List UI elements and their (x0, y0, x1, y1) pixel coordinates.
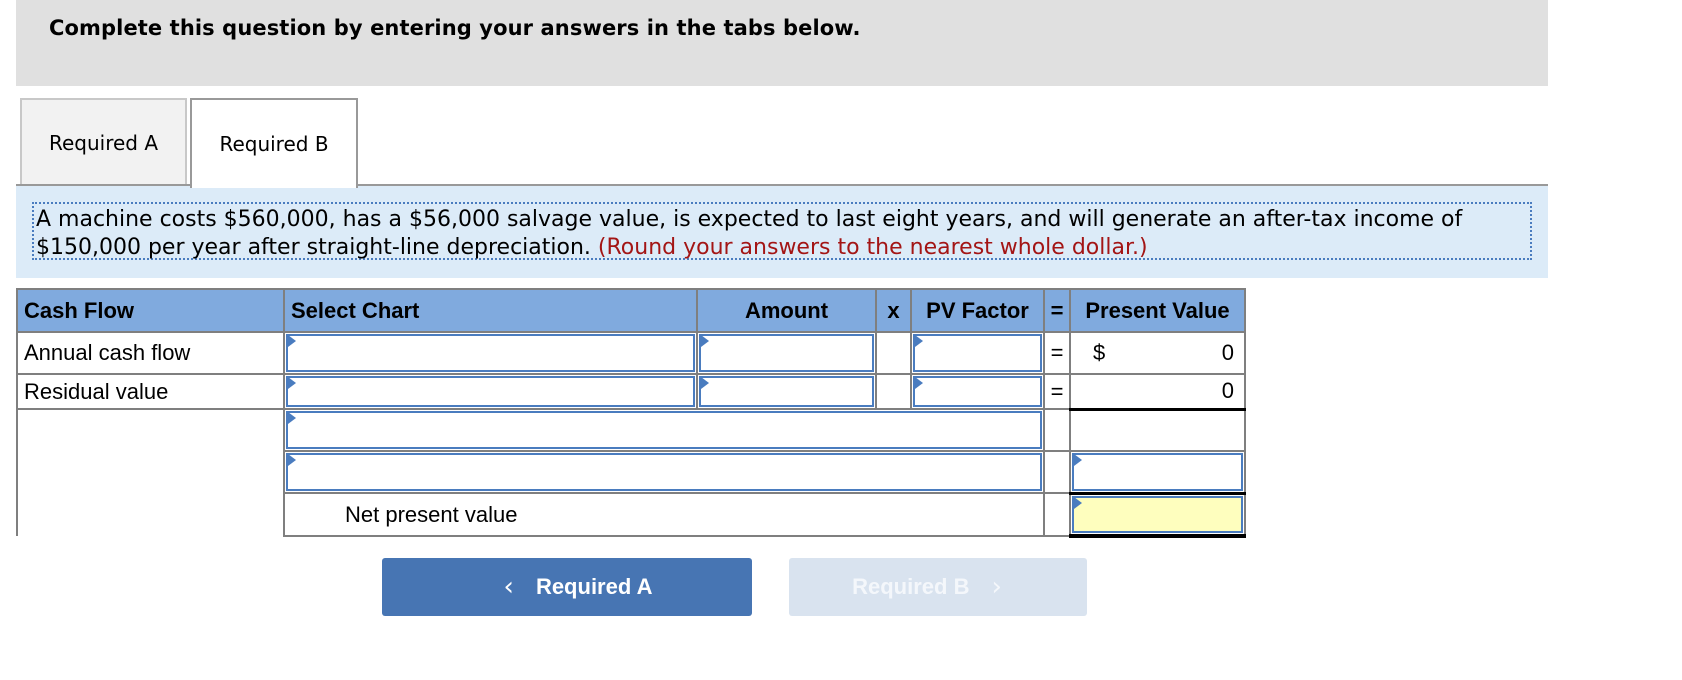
times-cell (875, 373, 912, 410)
amount-input[interactable] (699, 334, 874, 372)
chevron-right-icon: › (991, 572, 1002, 602)
table-row: Annual cash flow = $0 (16, 331, 1246, 375)
amount-dropdown[interactable] (696, 373, 877, 410)
present-value-cell-blank (1069, 408, 1246, 452)
amount-input[interactable] (699, 376, 874, 407)
problem-panel: A machine costs $560,000, has a $56,000 … (16, 186, 1548, 278)
dropdown-marker-icon (701, 377, 709, 389)
select-chart-dropdown[interactable] (283, 331, 698, 375)
present-value-cell: $0 (1069, 331, 1246, 375)
select-chart-input[interactable] (286, 376, 695, 407)
instruction-bar: Complete this question by entering your … (16, 0, 1548, 86)
table-header-row: Cash Flow Select Chart Amount x PV Facto… (16, 288, 1246, 333)
select-chart-input[interactable] (286, 334, 695, 372)
pv-factor-input[interactable] (913, 334, 1042, 372)
net-present-value-input[interactable] (1072, 495, 1243, 533)
pv-factor-dropdown[interactable] (910, 373, 1045, 410)
extra-value-input[interactable] (1072, 453, 1243, 491)
header-times: x (875, 288, 912, 333)
row-label-residual-value: Residual value (16, 373, 285, 410)
extra-dropdown-1[interactable] (283, 408, 1045, 452)
instruction-text: Complete this question by entering your … (49, 16, 861, 40)
dropdown-marker-icon (915, 377, 923, 389)
pv-factor-dropdown[interactable] (910, 331, 1045, 375)
prev-required-a-button[interactable]: ‹ Required A (382, 558, 752, 616)
equals-cell-blank (1043, 408, 1071, 452)
net-present-value-label: Net present value (283, 492, 1045, 537)
row-label-annual-cash-flow: Annual cash flow (16, 331, 285, 375)
blank-label-cell (16, 408, 285, 536)
header-present-value: Present Value (1069, 288, 1246, 333)
rounding-note: (Round your answers to the nearest whole… (597, 235, 1148, 260)
tab-required-b[interactable]: Required B (190, 98, 358, 188)
tab-required-a[interactable]: Required A (20, 98, 187, 186)
table-row (16, 408, 1246, 536)
equals-cell-blank (1043, 450, 1071, 494)
currency-symbol: $ (1093, 340, 1106, 365)
select-chart-dropdown[interactable] (283, 373, 698, 410)
times-cell (875, 331, 912, 375)
header-select-chart: Select Chart (283, 288, 698, 333)
pv-factor-input[interactable] (913, 376, 1042, 407)
equals-cell: = (1043, 373, 1071, 410)
extra-value-field[interactable] (1069, 450, 1246, 495)
problem-statement: A machine costs $560,000, has a $56,000 … (32, 202, 1532, 260)
table-row: Residual value = 0 (16, 373, 1246, 411)
header-cash-flow: Cash Flow (16, 288, 285, 333)
dropdown-marker-icon (288, 412, 296, 424)
net-present-value-field[interactable] (1069, 492, 1246, 538)
header-pv-factor: PV Factor (910, 288, 1045, 333)
dropdown-marker-icon (1074, 454, 1082, 466)
equals-cell: = (1043, 331, 1071, 375)
next-button-label: Required B (852, 574, 970, 599)
next-required-b-button[interactable]: Required B › (789, 558, 1087, 616)
equals-cell-blank (1043, 492, 1071, 537)
dropdown-marker-icon (288, 454, 296, 466)
present-value-cell: 0 (1069, 373, 1246, 411)
present-value: 0 (1221, 378, 1234, 404)
extra-dropdown-2[interactable] (283, 450, 1045, 494)
present-value: 0 (1221, 340, 1234, 365)
dropdown-marker-icon (288, 377, 296, 389)
dropdown-marker-icon (915, 335, 923, 347)
chevron-left-icon: ‹ (503, 572, 514, 602)
present-value-table: Cash Flow Select Chart Amount x PV Facto… (16, 288, 1246, 538)
prev-button-label: Required A (535, 574, 653, 599)
extra-input-1[interactable] (286, 411, 1042, 449)
dropdown-marker-icon (1074, 496, 1082, 509)
dropdown-marker-icon (288, 335, 296, 347)
extra-input-2[interactable] (286, 453, 1042, 491)
header-equals: = (1043, 288, 1071, 333)
header-amount: Amount (696, 288, 877, 333)
amount-dropdown[interactable] (696, 331, 877, 375)
dropdown-marker-icon (701, 335, 709, 347)
